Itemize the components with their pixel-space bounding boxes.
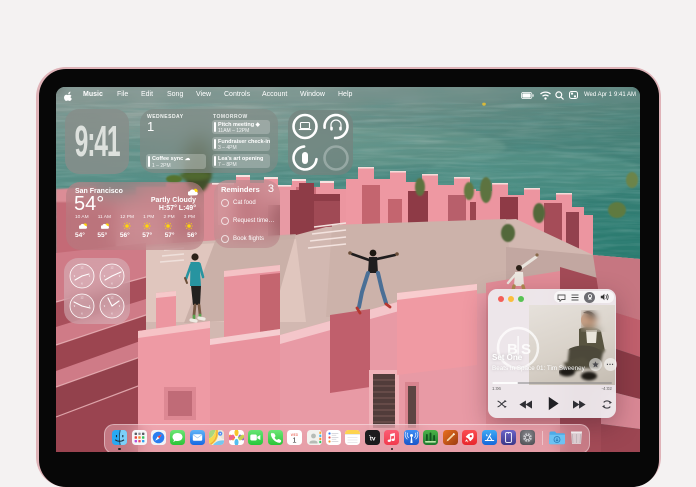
svg-text:tv: tv (370, 435, 376, 442)
svg-text:1: 1 (292, 436, 296, 445)
svg-text:S: S (521, 341, 531, 358)
